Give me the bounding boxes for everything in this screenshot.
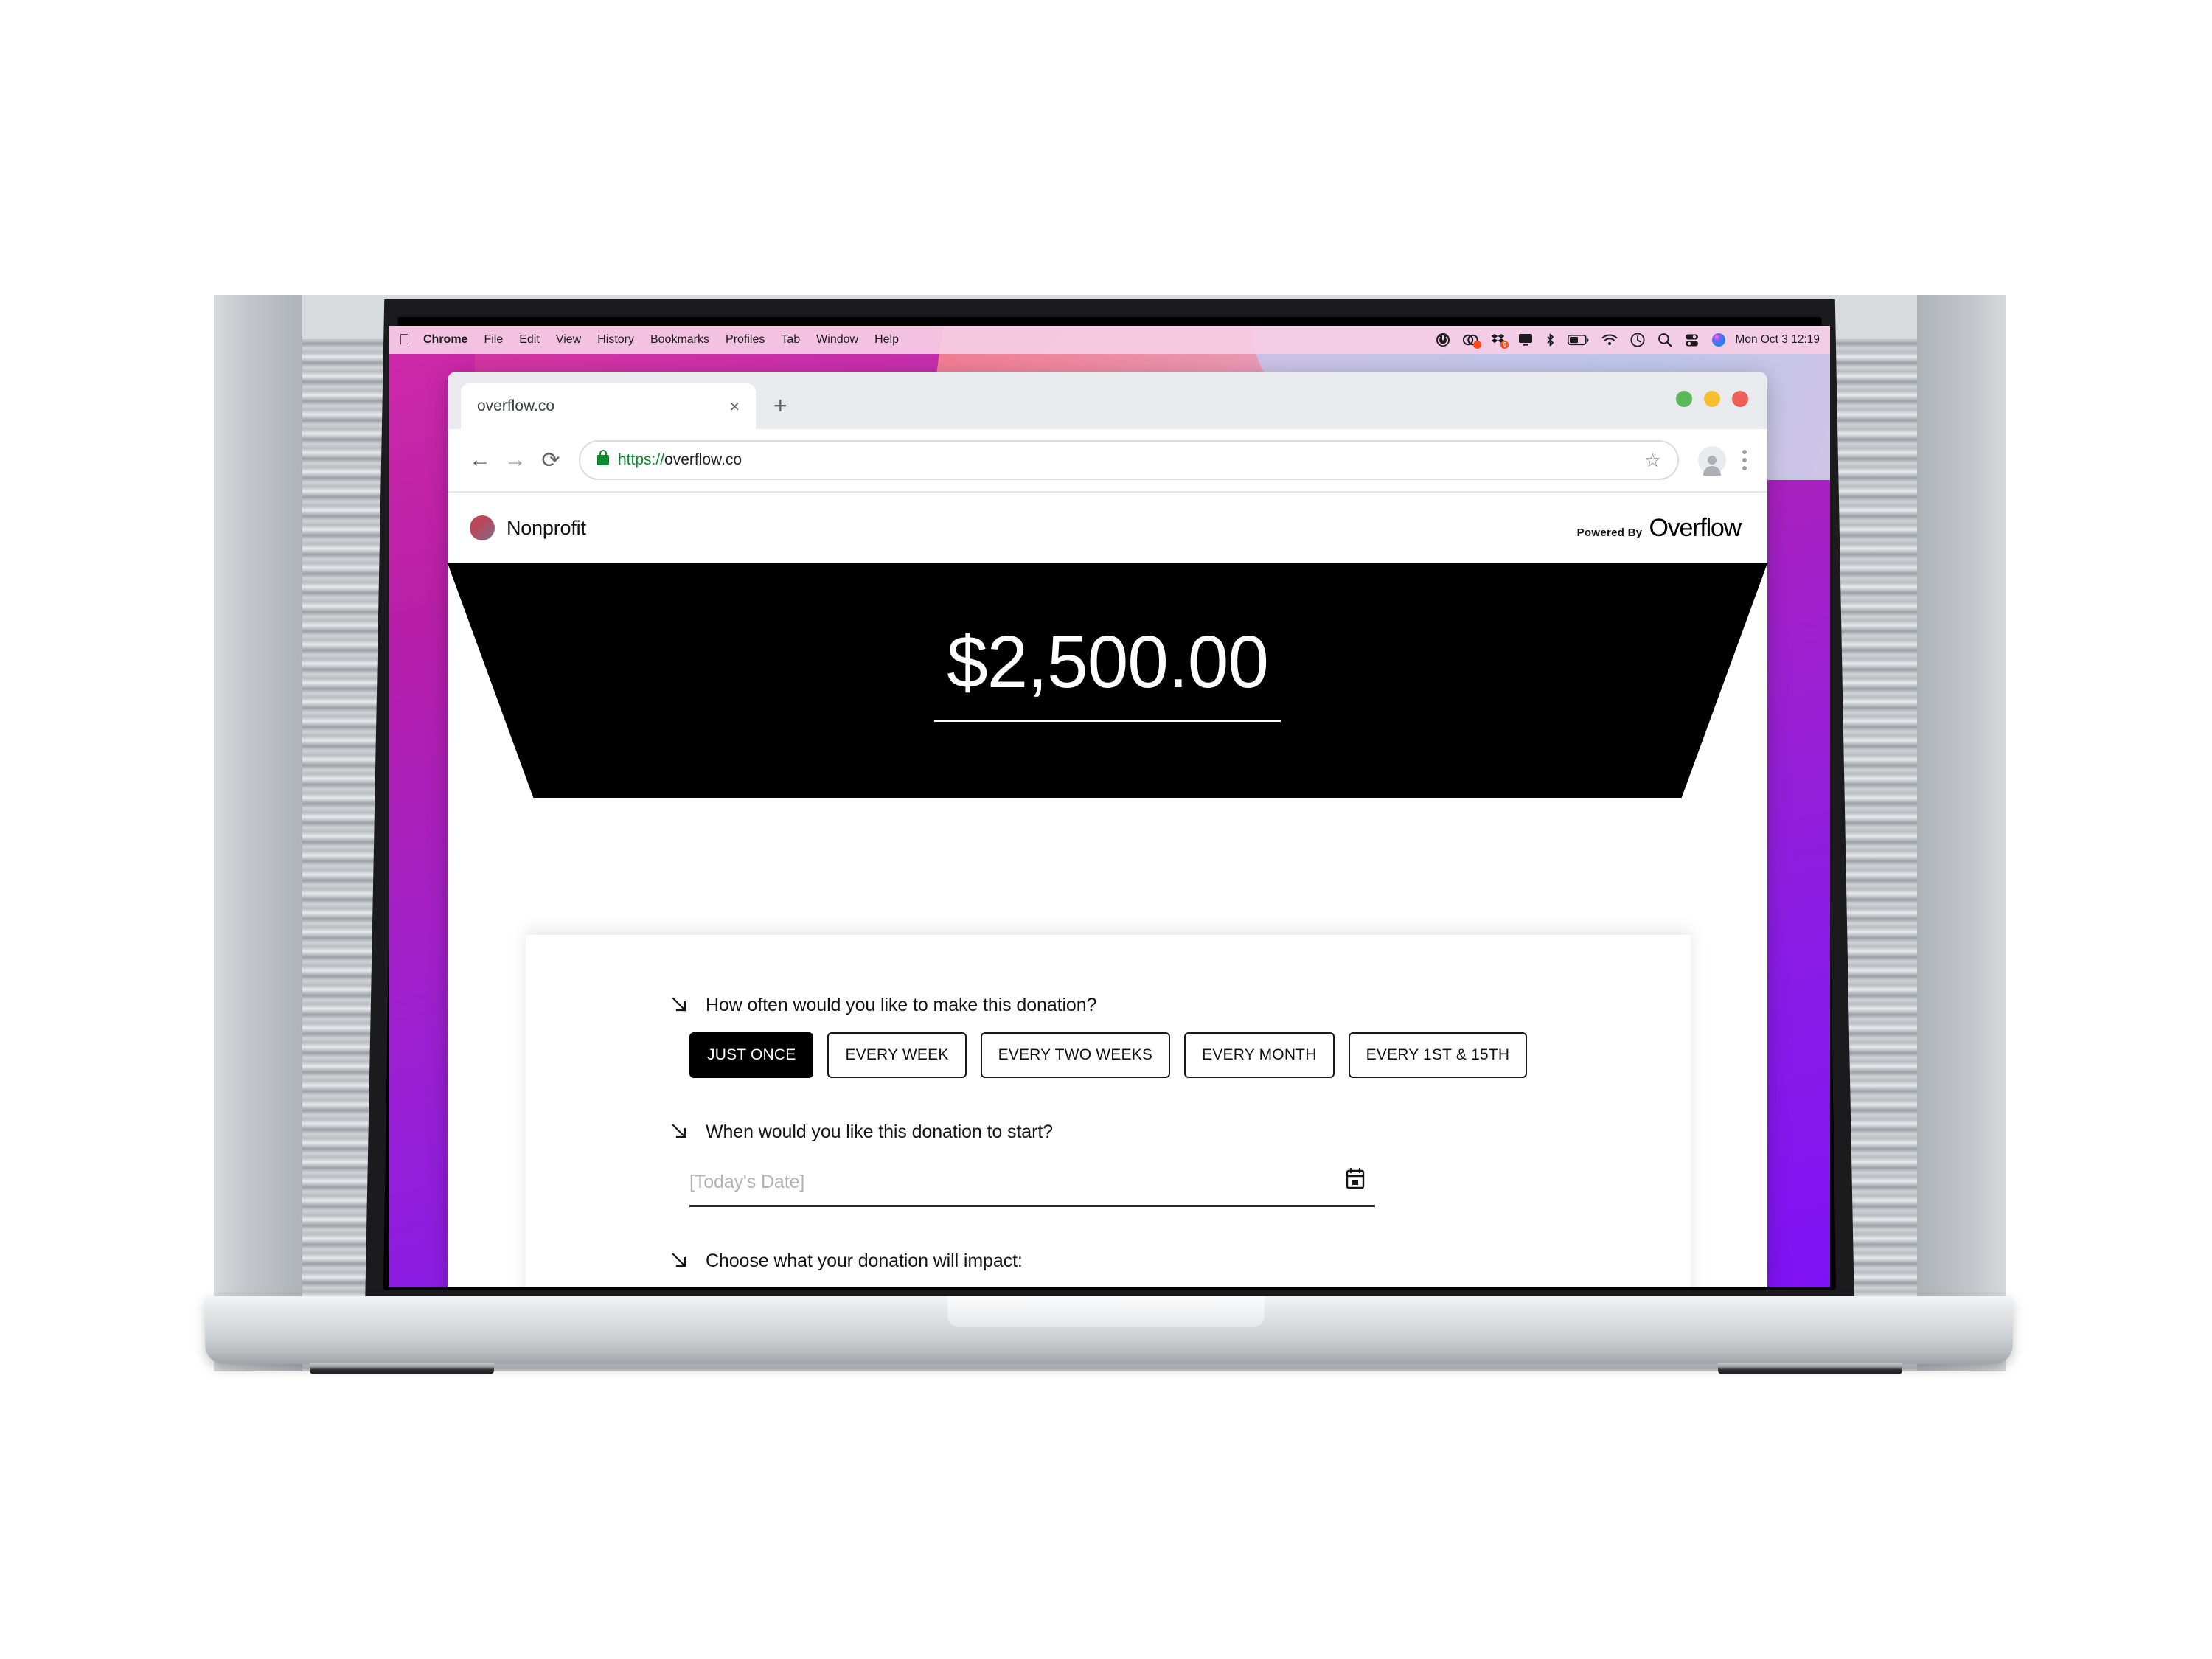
impact-question-row: Choose what your donation will impact:	[670, 1250, 1691, 1272]
laptop-foot-left	[310, 1363, 494, 1374]
amount-underline	[934, 719, 1281, 722]
menu-item-history[interactable]: History	[597, 333, 634, 347]
lock-icon	[597, 450, 609, 465]
frequency-field-block: How often would you like to make this do…	[526, 994, 1691, 1078]
start-date-input[interactable]: [Today's Date]	[689, 1159, 1375, 1207]
frequency-option-every-month[interactable]: EVERY MONTH	[1184, 1032, 1335, 1078]
arrow-down-right-icon	[670, 1122, 689, 1141]
amount-wrapper: $2,500.00	[934, 625, 1281, 722]
start-date-question-label: When would you like this donation to sta…	[706, 1121, 1053, 1142]
menu-item-help[interactable]: Help	[874, 333, 899, 347]
donation-form-card: How often would you like to make this do…	[526, 935, 1691, 1287]
siri-icon[interactable]	[1711, 333, 1726, 347]
menu-item-tab[interactable]: Tab	[781, 333, 800, 347]
url-host: overflow.co	[664, 451, 742, 468]
laptop-screen:  Chrome File Edit View History Bookmark…	[389, 326, 1830, 1287]
start-date-question-row: When would you like this donation to sta…	[670, 1121, 1691, 1143]
start-date-field-block: When would you like this donation to sta…	[526, 1121, 1691, 1207]
donation-amount[interactable]: $2,500.00	[934, 625, 1281, 699]
address-bar[interactable]: https://overflow.co ☆	[579, 440, 1679, 480]
back-button[interactable]: ←	[462, 442, 498, 478]
tab-title: overflow.co	[477, 397, 555, 414]
menu-dot	[1742, 466, 1747, 470]
frequency-question-row: How often would you like to make this do…	[670, 994, 1691, 1016]
macos-menubar:  Chrome File Edit View History Bookmark…	[389, 326, 1830, 354]
menu-item-edit[interactable]: Edit	[519, 333, 540, 347]
battery-icon[interactable]	[1568, 334, 1589, 346]
arrow-down-right-icon	[670, 1251, 689, 1270]
frequency-option-every-1st-and-15th[interactable]: EVERY 1ST & 15TH	[1348, 1032, 1528, 1078]
screen-recording-icon[interactable]	[1463, 333, 1482, 349]
overflow-wordmark: Overflow	[1649, 513, 1742, 542]
search-icon[interactable]	[1658, 333, 1672, 347]
three-dot-menu-icon[interactable]	[1736, 445, 1753, 475]
frequency-option-just-once[interactable]: JUST ONCE	[689, 1032, 814, 1078]
frequency-option-every-two-weeks[interactable]: EVERY TWO WEEKS	[980, 1032, 1171, 1078]
start-date-placeholder: [Today's Date]	[689, 1171, 805, 1192]
window-minimize-button[interactable]	[1704, 391, 1720, 407]
url-scheme: https://	[618, 451, 665, 468]
laptop-base-notch	[947, 1296, 1265, 1327]
window-maximize-button[interactable]	[1676, 391, 1692, 407]
brand[interactable]: Nonprofit	[470, 515, 586, 540]
laptop-mockup:  Chrome File Edit View History Bookmark…	[0, 0, 2212, 1659]
apple-logo-icon[interactable]: 	[399, 333, 410, 347]
menu-item-window[interactable]: Window	[816, 333, 858, 347]
laptop-foot-right	[1718, 1363, 1902, 1374]
powered-by-overflow: Powered By Overflow	[1576, 513, 1742, 543]
impact-field-block: Choose what your donation will impact: C…	[526, 1250, 1691, 1287]
wifi-icon[interactable]	[1601, 334, 1618, 346]
bluetooth-icon[interactable]	[1545, 333, 1555, 347]
impact-question-label: Choose what your donation will impact:	[706, 1251, 1023, 1271]
dropbox-icon[interactable]: 6	[1491, 333, 1509, 349]
new-tab-icon[interactable]: +	[773, 394, 787, 417]
window-controls	[1676, 391, 1748, 407]
chrome-browser-window: overflow.co × + ← → ⟳ https://overflow.c…	[448, 372, 1767, 1287]
menu-item-bookmarks[interactable]: Bookmarks	[650, 333, 709, 347]
web-page-content: Nonprofit Powered By Overflow $2,500.00	[448, 493, 1767, 1287]
site-header: Nonprofit Powered By Overflow	[448, 493, 1767, 563]
menubar-tray: 6	[1436, 333, 1726, 349]
menubar-clock[interactable]: Mon Oct 3 12:19	[1735, 333, 1820, 347]
donation-amount-hero: $2,500.00	[448, 563, 1767, 798]
power-icon[interactable]	[1436, 333, 1450, 347]
dropbox-badge: 6	[1500, 341, 1509, 349]
airplay-display-icon[interactable]	[1518, 333, 1533, 347]
menu-item-view[interactable]: View	[556, 333, 581, 347]
arrow-down-right-icon	[670, 995, 689, 1015]
menu-item-file[interactable]: File	[484, 333, 503, 347]
calendar-icon[interactable]	[1346, 1167, 1365, 1190]
frequency-options: JUST ONCE EVERY WEEK EVERY TWO WEEKS EVE…	[689, 1032, 1691, 1078]
brand-name: Nonprofit	[507, 516, 586, 539]
frequency-option-every-week[interactable]: EVERY WEEK	[827, 1032, 967, 1078]
browser-tab[interactable]: overflow.co ×	[461, 383, 756, 429]
avatar-head	[1703, 456, 1721, 476]
time-machine-icon[interactable]	[1630, 333, 1645, 347]
menu-item-profiles[interactable]: Profiles	[726, 333, 765, 347]
recording-badge	[1473, 340, 1482, 349]
profile-avatar-icon[interactable]	[1698, 446, 1726, 476]
control-center-icon[interactable]	[1685, 333, 1699, 347]
menu-dot	[1742, 458, 1747, 462]
browser-tab-strip: overflow.co × +	[448, 372, 1767, 429]
frequency-question-label: How often would you like to make this do…	[706, 995, 1097, 1015]
powered-by-label: Powered By	[1576, 526, 1643, 539]
menu-item-chrome[interactable]: Chrome	[423, 333, 467, 347]
reload-button[interactable]: ⟳	[533, 442, 568, 478]
menu-dot	[1742, 450, 1747, 454]
forward-button[interactable]: →	[498, 442, 533, 478]
window-close-button[interactable]	[1732, 391, 1748, 407]
browser-toolbar: ← → ⟳ https://overflow.co ☆	[448, 429, 1767, 493]
url-text: https://overflow.co	[618, 451, 742, 469]
bookmark-star-icon[interactable]: ☆	[1644, 449, 1661, 472]
nonprofit-logo-icon	[470, 515, 495, 540]
tab-close-icon[interactable]: ×	[730, 397, 740, 415]
